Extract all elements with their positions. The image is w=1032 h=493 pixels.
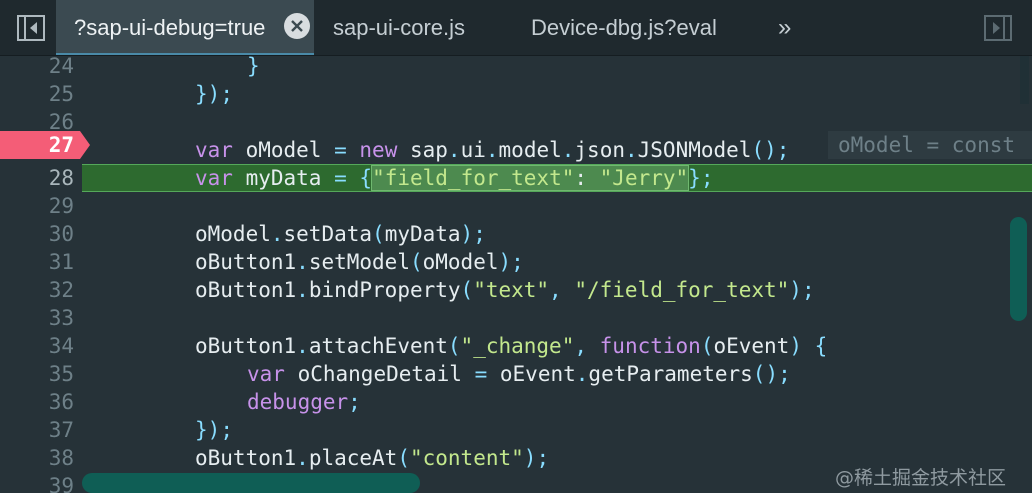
- line-number[interactable]: 30: [0, 220, 74, 248]
- chevron-double-right-icon[interactable]: »: [778, 0, 791, 56]
- code-line: 32 oButton1.bindProperty("text", "/field_…: [0, 276, 1032, 304]
- tab-label: sap-ui-core.js: [333, 15, 466, 40]
- line-number[interactable]: 39: [0, 472, 74, 493]
- code-editor[interactable]: 24}25});2627var oModel = new sap.ui.mode…: [0, 56, 1032, 493]
- breakpoint-line-number: 27: [48, 133, 74, 157]
- tab-label: Device-dbg.js?eval: [531, 15, 717, 40]
- code-line: 25});: [0, 80, 1032, 108]
- toggle-navigator-icon[interactable]: [17, 15, 45, 41]
- tab-label: ?sap-ui-debug=true: [74, 15, 266, 40]
- line-number[interactable]: 33: [0, 304, 74, 332]
- horizontal-scrollbar[interactable]: [82, 473, 420, 493]
- watermark: @稀土掘金技术社区: [835, 467, 1007, 489]
- line-number[interactable]: 32: [0, 276, 74, 304]
- code-text: });: [195, 418, 233, 442]
- code-text: var myData = {"field_for_text": "Jerry"}…: [195, 165, 714, 191]
- vertical-scrollbar[interactable]: [1010, 217, 1027, 321]
- line-number[interactable]: 28: [0, 164, 74, 192]
- code-text: var oChangeDetail = oEvent.getParameters…: [247, 362, 791, 386]
- code-line: 31 oButton1.setModel(oModel);: [0, 248, 1032, 276]
- code-text: oButton1.placeAt("content");: [195, 446, 550, 470]
- line-number[interactable]: 35: [0, 360, 74, 388]
- line-number[interactable]: 25: [0, 80, 74, 108]
- line-number[interactable]: 24: [0, 56, 74, 80]
- code-line: 30 oModel.setData(myData);: [0, 220, 1032, 248]
- breakpoint-marker[interactable]: 27: [0, 131, 90, 159]
- close-icon[interactable]: [284, 13, 310, 39]
- code-text: }: [247, 56, 260, 78]
- code-text: oButton1.bindProperty("text", "/field_fo…: [195, 278, 815, 302]
- line-number[interactable]: 29: [0, 192, 74, 220]
- code-text: oModel.setData(myData);: [195, 222, 486, 246]
- code-text: debugger;: [247, 390, 361, 414]
- code-line: 36 debugger;: [0, 388, 1032, 416]
- toggle-debugger-icon[interactable]: [984, 15, 1012, 41]
- code-line: 34 oButton1.attachEvent("_change", functi…: [0, 332, 1032, 360]
- code-line: 37});: [0, 416, 1032, 444]
- line-number[interactable]: 34: [0, 332, 74, 360]
- tab-sap-ui-core[interactable]: sap-ui-core.js: [333, 0, 465, 56]
- code-line: 35 var oChangeDetail = oEvent.getParamete…: [0, 360, 1032, 388]
- code-line: 33: [0, 304, 1032, 332]
- line-number[interactable]: 36: [0, 388, 74, 416]
- code-text: oButton1.setModel(oModel);: [195, 250, 524, 274]
- code-text: var oModel = new sap.ui.model.json.JSONM…: [195, 138, 790, 162]
- code-text: });: [195, 82, 233, 106]
- tab-bar: ?sap-ui-debug=true sap-ui-core.js Device…: [0, 0, 1032, 56]
- tab-sap-ui-debug[interactable]: ?sap-ui-debug=true: [56, 0, 314, 56]
- code-line: 24}: [0, 56, 1032, 80]
- code-line: 28 var myData = {"field_for_text": "Jerry…: [0, 164, 1032, 192]
- tab-device-dbg[interactable]: Device-dbg.js?eval: [531, 0, 717, 56]
- line-number[interactable]: 31: [0, 248, 74, 276]
- code-line: 29: [0, 192, 1032, 220]
- code-text: oButton1.attachEvent("_change", function…: [195, 334, 828, 358]
- line-number[interactable]: 37: [0, 416, 74, 444]
- line-number[interactable]: 38: [0, 444, 74, 472]
- inline-variable-value: oModel = const: [828, 131, 1032, 159]
